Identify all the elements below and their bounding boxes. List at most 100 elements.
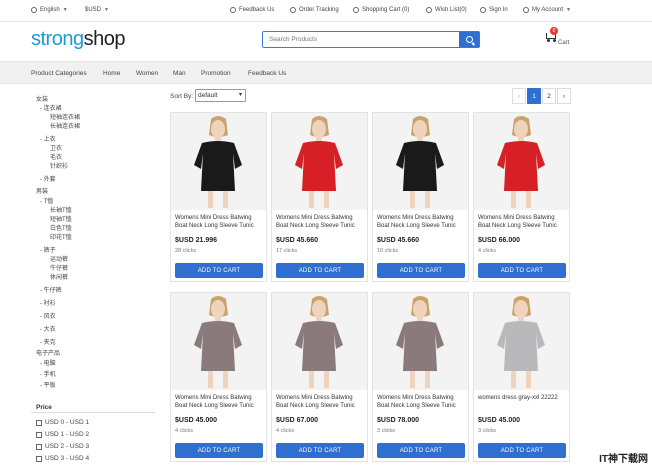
add-to-cart-button[interactable]: ADD TO CART bbox=[276, 443, 364, 458]
category-item[interactable]: 男装 bbox=[36, 186, 48, 195]
add-to-cart-button[interactable]: ADD TO CART bbox=[175, 443, 263, 458]
category-item[interactable]: - 平板 bbox=[40, 380, 56, 389]
product-image[interactable] bbox=[171, 113, 266, 210]
category-item[interactable]: - 夹克 bbox=[40, 337, 56, 346]
price-option[interactable]: USD 2 - USD 3 bbox=[36, 443, 89, 450]
add-to-cart-button[interactable]: ADD TO CART bbox=[478, 263, 566, 278]
main-nav: Product Categories Home Women Man Promot… bbox=[0, 61, 652, 84]
product-card[interactable]: Womens Mini Dress Batwing Boat Neck Long… bbox=[271, 112, 368, 282]
add-to-cart-button[interactable]: ADD TO CART bbox=[377, 443, 465, 458]
chevron-down-icon: ▾ bbox=[238, 92, 242, 98]
category-item[interactable]: 长袖T恤 bbox=[50, 205, 72, 214]
product-card[interactable]: Womens Mini Dress Batwing Boat Neck Long… bbox=[473, 112, 570, 282]
pagination-page-2[interactable]: 2 bbox=[542, 88, 556, 104]
category-item[interactable]: - 裤子 bbox=[40, 245, 56, 254]
my-account-menu[interactable]: My Account ▼ bbox=[523, 7, 571, 13]
checkbox[interactable] bbox=[36, 455, 42, 462]
product-title[interactable]: Womens Mini Dress Batwing Boat Neck Long… bbox=[175, 394, 265, 411]
category-item[interactable]: 运动裤 bbox=[50, 254, 68, 263]
category-item[interactable]: - 连衣裙 bbox=[40, 103, 62, 112]
category-item[interactable]: - 大衣 bbox=[40, 324, 56, 333]
language-selector[interactable]: English ▼ bbox=[31, 7, 68, 13]
category-item[interactable]: 女装 bbox=[36, 94, 48, 103]
product-title[interactable]: Womens Mini Dress Batwing Boat Neck Long… bbox=[377, 214, 467, 231]
chevron-down-icon: ▼ bbox=[62, 7, 68, 13]
product-title[interactable]: womens dress gray-xxl 22222 bbox=[478, 394, 568, 411]
product-title[interactable]: Womens Mini Dress Batwing Boat Neck Long… bbox=[175, 214, 265, 231]
product-card[interactable]: womens dress gray-xxl 22222 $USD 45.000 3 … bbox=[473, 292, 570, 462]
category-item[interactable]: - 衬衫 bbox=[40, 298, 56, 307]
pagination-next[interactable]: › bbox=[557, 88, 571, 104]
product-title[interactable]: Womens Mini Dress Batwing Boat Neck Long… bbox=[478, 214, 568, 231]
currency-selector[interactable]: $USD ▼ bbox=[85, 7, 109, 13]
product-image[interactable] bbox=[474, 293, 569, 390]
feedback-link[interactable]: Feedback Us bbox=[230, 7, 274, 13]
product-title[interactable]: Womens Mini Dress Batwing Boat Neck Long… bbox=[276, 214, 366, 231]
category-item[interactable]: 牛仔裤 bbox=[50, 263, 68, 272]
price-option[interactable]: USD 0 - USD 1 bbox=[36, 419, 89, 426]
category-item[interactable]: 印花T恤 bbox=[50, 232, 72, 241]
product-image[interactable] bbox=[373, 293, 468, 390]
product-card[interactable]: Womens Mini Dress Batwing Boat Neck Long… bbox=[170, 112, 267, 282]
site-logo[interactable]: strongshop bbox=[31, 28, 125, 51]
add-to-cart-button[interactable]: ADD TO CART bbox=[175, 263, 263, 278]
product-title[interactable]: Womens Mini Dress Batwing Boat Neck Long… bbox=[276, 394, 366, 411]
category-item[interactable]: - 风衣 bbox=[40, 311, 56, 320]
wishlist-link[interactable]: Wish List(0) bbox=[426, 7, 467, 13]
nav-women[interactable]: Women bbox=[136, 70, 158, 77]
checkbox[interactable] bbox=[36, 419, 42, 426]
product-image[interactable] bbox=[272, 113, 367, 210]
category-item[interactable]: 卫衣 bbox=[50, 143, 62, 152]
pagination-page-1[interactable]: 1 bbox=[527, 88, 541, 104]
add-to-cart-button[interactable]: ADD TO CART bbox=[478, 443, 566, 458]
search-button[interactable] bbox=[459, 32, 479, 47]
category-item[interactable]: 电子产品 bbox=[36, 348, 60, 357]
cart-label[interactable]: Cart bbox=[558, 40, 569, 46]
category-item[interactable]: - 电脑 bbox=[40, 358, 56, 367]
category-item[interactable]: 针织衫 bbox=[50, 161, 68, 170]
category-item[interactable]: 白色T恤 bbox=[50, 223, 72, 232]
category-item[interactable]: - T恤 bbox=[40, 196, 53, 205]
search-input[interactable] bbox=[263, 32, 461, 47]
product-image[interactable] bbox=[474, 113, 569, 210]
category-item[interactable]: - 外套 bbox=[40, 174, 56, 183]
category-item[interactable]: - 牛仔裤 bbox=[40, 285, 62, 294]
product-image[interactable] bbox=[171, 293, 266, 390]
category-item[interactable]: - 手机 bbox=[40, 369, 56, 378]
nav-home[interactable]: Home bbox=[103, 70, 120, 77]
category-item[interactable]: - 上衣 bbox=[40, 134, 56, 143]
product-title[interactable]: Womens Mini Dress Batwing Boat Neck Long… bbox=[377, 394, 467, 411]
category-item[interactable]: 短袖T恤 bbox=[50, 214, 72, 223]
shopping-cart-link[interactable]: Shopping Cart (0) bbox=[353, 7, 409, 13]
product-card[interactable]: Womens Mini Dress Batwing Boat Neck Long… bbox=[170, 292, 267, 462]
search-bar bbox=[262, 31, 480, 48]
product-price: $USD 45.000 bbox=[478, 417, 521, 424]
nav-feedback[interactable]: Feedback Us bbox=[248, 70, 286, 77]
category-item[interactable]: 短袖连衣裙 bbox=[50, 112, 80, 121]
shopping-cart-label: Shopping Cart (0) bbox=[362, 7, 410, 13]
category-item[interactable]: 休闲裤 bbox=[50, 272, 68, 281]
price-option[interactable]: USD 3 - USD 4 bbox=[36, 455, 89, 462]
price-option[interactable]: USD 1 - USD 2 bbox=[36, 431, 89, 438]
checkbox[interactable] bbox=[36, 431, 42, 438]
nav-man[interactable]: Man bbox=[173, 70, 186, 77]
truck-icon bbox=[290, 7, 296, 13]
sort-select[interactable]: default ▾ bbox=[195, 89, 246, 102]
product-image[interactable] bbox=[373, 113, 468, 210]
product-card[interactable]: Womens Mini Dress Batwing Boat Neck Long… bbox=[372, 112, 469, 282]
category-item[interactable]: 毛衣 bbox=[50, 152, 62, 161]
add-to-cart-button[interactable]: ADD TO CART bbox=[276, 263, 364, 278]
order-tracking-link[interactable]: Order Tracking bbox=[290, 7, 339, 13]
nav-product-categories[interactable]: Product Categories bbox=[31, 70, 87, 77]
category-item[interactable]: 长袖连衣裙 bbox=[50, 121, 80, 130]
top-bar: English ▼ $USD ▼ Feedback Us Order Track… bbox=[0, 0, 652, 22]
nav-promotion[interactable]: Promotion bbox=[201, 70, 231, 77]
checkbox[interactable] bbox=[36, 443, 42, 450]
pagination-prev[interactable]: ‹ bbox=[512, 88, 526, 104]
product-card[interactable]: Womens Mini Dress Batwing Boat Neck Long… bbox=[271, 292, 368, 462]
sign-in-link[interactable]: Sign In bbox=[480, 7, 508, 13]
product-card[interactable]: Womens Mini Dress Batwing Boat Neck Long… bbox=[372, 292, 469, 462]
heart-icon bbox=[426, 7, 432, 13]
add-to-cart-button[interactable]: ADD TO CART bbox=[377, 263, 465, 278]
product-image[interactable] bbox=[272, 293, 367, 390]
